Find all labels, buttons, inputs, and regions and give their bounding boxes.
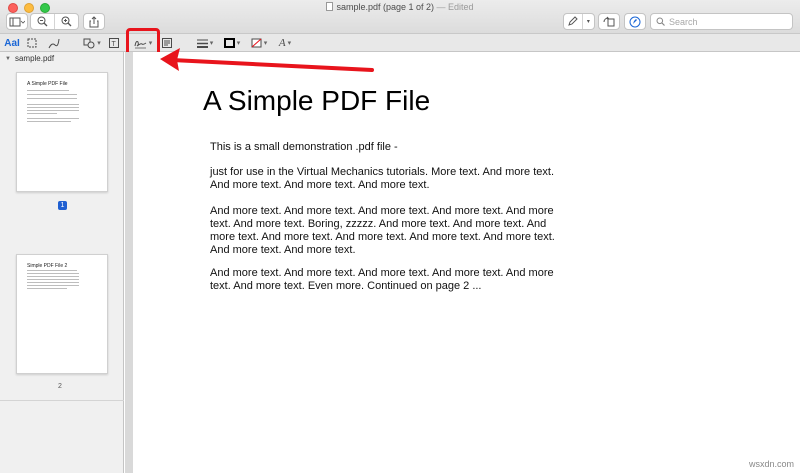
pdf-paragraph: This is a small demonstration .pdf file … bbox=[210, 141, 398, 153]
zoom-in-button[interactable] bbox=[55, 14, 78, 29]
pdf-page: A Simple PDF File This is a small demons… bbox=[133, 52, 800, 473]
pdf-title: A Simple PDF File bbox=[203, 85, 431, 116]
preview-window: sample.pdf (page 1 of 2) — Edited ▾ Sear… bbox=[0, 0, 800, 473]
text-selection-tool[interactable]: AaI bbox=[4, 36, 20, 50]
shapes-tool[interactable]: ▾ bbox=[82, 36, 102, 50]
sidebar-icon bbox=[9, 17, 25, 26]
share-button[interactable] bbox=[83, 13, 105, 30]
thumbnail-title: A Simple PDF File bbox=[27, 81, 68, 87]
zoom-out-icon bbox=[37, 16, 48, 27]
thumbnail-text-line bbox=[27, 118, 79, 119]
thumbnail-text-line bbox=[27, 270, 77, 271]
thumbnail-text-line bbox=[27, 107, 79, 108]
thumbnail-text-line bbox=[27, 273, 79, 274]
highlight-button[interactable] bbox=[564, 14, 583, 29]
search-input[interactable] bbox=[669, 16, 789, 27]
highlight-controls: ▾ bbox=[563, 13, 595, 30]
text-box-tool[interactable]: T bbox=[108, 36, 120, 50]
markup-icon bbox=[629, 16, 641, 27]
markup-toolbar-button[interactable] bbox=[624, 13, 646, 30]
document-icon bbox=[326, 2, 334, 11]
thumbnail-text-line bbox=[27, 110, 79, 111]
thumbnail-text-line bbox=[27, 90, 69, 91]
rotate-icon bbox=[603, 16, 615, 27]
thumbnail-text-line bbox=[27, 98, 77, 99]
thumbnail-text-line bbox=[27, 121, 71, 122]
thumbnail-text-line bbox=[27, 288, 67, 289]
sketch-tool[interactable] bbox=[47, 36, 61, 50]
sidebar-toggle-button[interactable] bbox=[6, 13, 28, 30]
rectangular-selection-tool[interactable] bbox=[26, 36, 38, 50]
highlight-menu-button[interactable]: ▾ bbox=[583, 14, 594, 29]
shapes-icon bbox=[83, 38, 95, 48]
edited-status: Edited bbox=[448, 2, 474, 12]
page-number-badge-1: 1 bbox=[58, 201, 67, 210]
red-arrow-annotation bbox=[160, 48, 374, 72]
thumbnail-sidebar: ▼ sample.pdf A Simple PDF File 1 Simple … bbox=[0, 52, 124, 473]
thumbnail-text-line bbox=[27, 279, 79, 280]
share-icon bbox=[89, 15, 99, 27]
thumbnail-text-line bbox=[27, 94, 77, 95]
pdf-paragraph: And more text. And more text. And more t… bbox=[210, 205, 555, 256]
title-separator: — bbox=[434, 2, 449, 12]
page-thumbnail-2[interactable]: Simple PDF File 2 bbox=[16, 254, 108, 374]
page-thumbnail-1[interactable]: A Simple PDF File bbox=[16, 72, 108, 192]
thumbnail-text-line bbox=[27, 282, 79, 283]
pdf-paragraph: And more text. And more text. And more t… bbox=[210, 267, 554, 292]
svg-text:T: T bbox=[112, 41, 117, 48]
page-number-2: 2 bbox=[58, 383, 62, 390]
chevron-down-icon: ▾ bbox=[586, 19, 590, 25]
sketch-icon bbox=[48, 38, 60, 48]
window-title: sample.pdf (page 1 of 2) — Edited bbox=[0, 2, 800, 12]
title-bar: sample.pdf (page 1 of 2) — Edited ▾ bbox=[0, 0, 800, 34]
thumbnail-text-line bbox=[27, 104, 79, 105]
pen-icon bbox=[568, 16, 579, 26]
thumbnail-text-line bbox=[27, 285, 79, 286]
document-view[interactable]: A Simple PDF File This is a small demons… bbox=[125, 52, 800, 473]
text-box-icon: T bbox=[109, 38, 119, 48]
zoom-out-button[interactable] bbox=[31, 14, 55, 29]
zoom-controls bbox=[30, 13, 79, 30]
sidebar-divider bbox=[0, 400, 124, 401]
chevron-down-icon: ▾ bbox=[97, 40, 101, 47]
disclosure-triangle-icon: ▼ bbox=[5, 55, 11, 62]
sidebar-file-label: sample.pdf bbox=[14, 54, 55, 63]
search-icon bbox=[656, 17, 665, 26]
thumbnail-text-line bbox=[27, 276, 79, 277]
thumbnail-text-line bbox=[27, 113, 57, 114]
sidebar-file-header[interactable]: ▼ sample.pdf bbox=[0, 52, 123, 65]
pdf-paragraph: just for use in the Virtual Mechanics tu… bbox=[210, 166, 555, 191]
zoom-in-icon bbox=[61, 16, 72, 27]
watermark: wsxdn.com bbox=[748, 459, 794, 469]
window-title-text: sample.pdf (page 1 of 2) bbox=[336, 2, 434, 12]
rotate-button[interactable] bbox=[598, 13, 620, 30]
markup-toolbar: AaI ▾ T ▾ ▾ ▾ ▾ A ▾ bbox=[0, 34, 800, 52]
thumbnail-title: Simple PDF File 2 bbox=[27, 263, 68, 269]
search-field[interactable] bbox=[650, 13, 793, 30]
rectangular-selection-icon bbox=[27, 38, 37, 48]
